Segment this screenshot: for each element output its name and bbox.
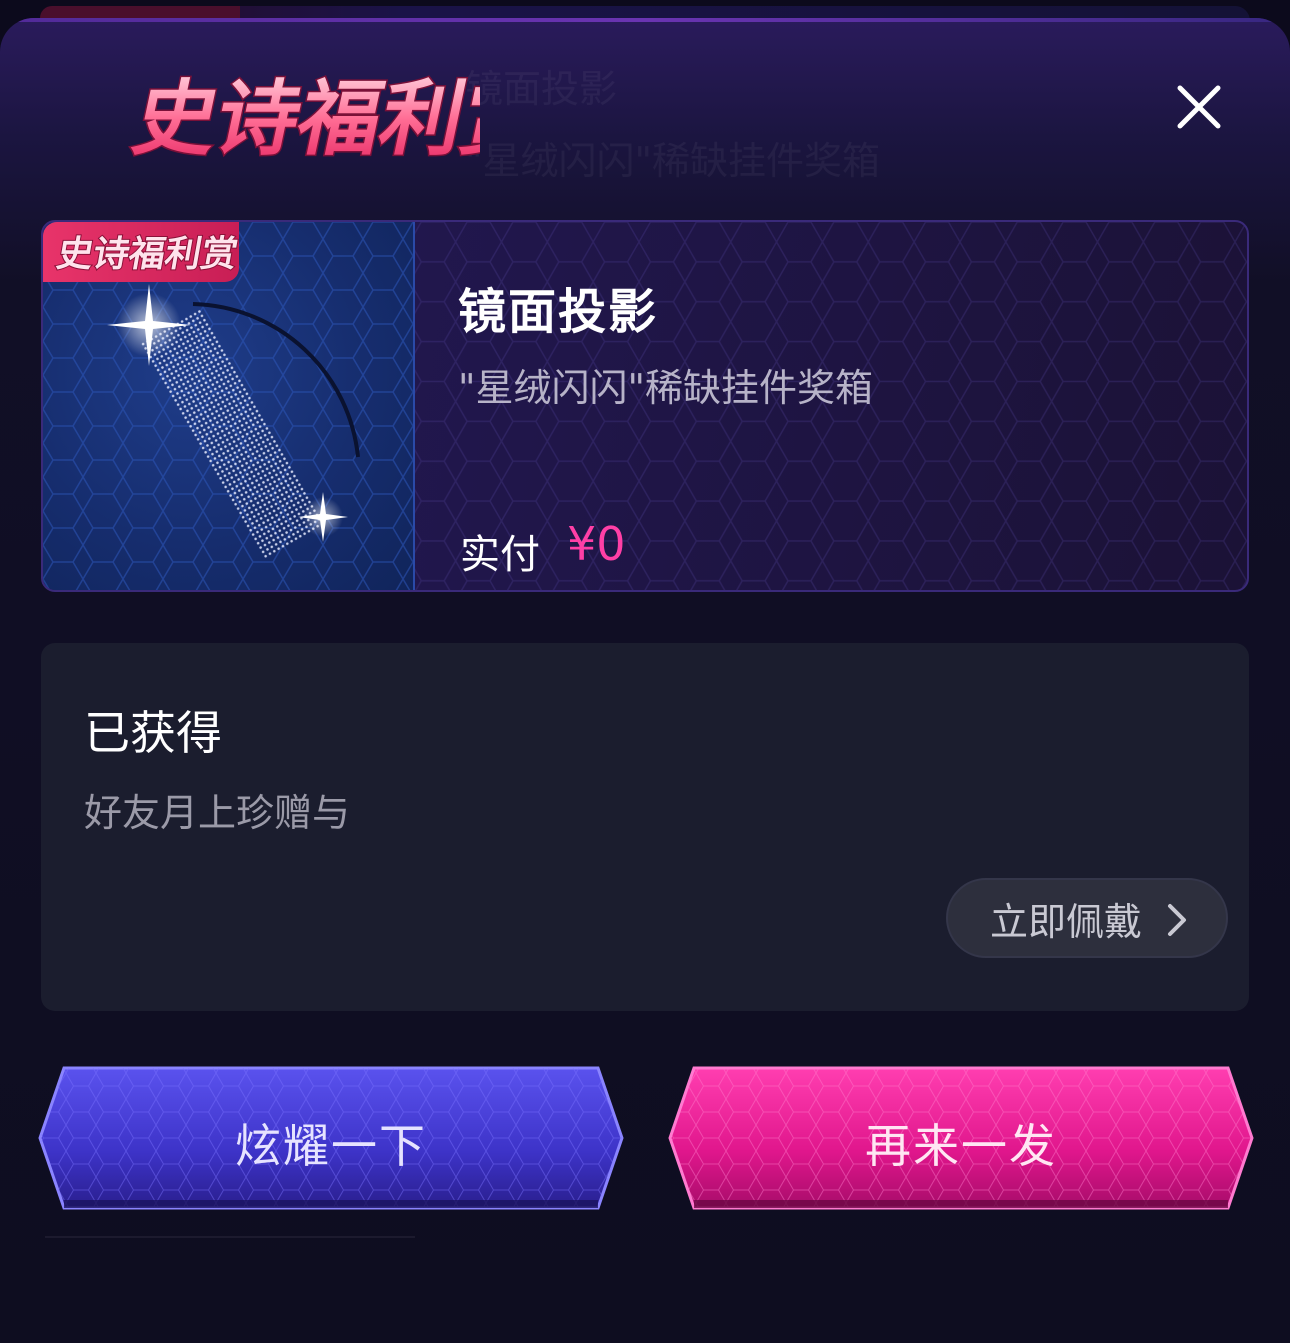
gift-source: 好友月上珍赠与 — [84, 791, 351, 835]
wear-now-button[interactable]: 立即佩戴 — [946, 878, 1228, 958]
item-thumbnail[interactable]: 史诗福利赏 — [43, 222, 415, 590]
ghost-subtitle: "星绒闪闪"稀缺挂件奖箱 — [465, 139, 880, 183]
pay-value: ¥0 — [567, 517, 626, 571]
draw-again-label: 再来一发 — [865, 1119, 1057, 1173]
epic-welfare-logo: 史诗福利赏 — [124, 69, 480, 168]
close-icon[interactable] — [1170, 80, 1226, 136]
item-title: 镜面投影 — [458, 284, 659, 340]
divider — [45, 1236, 415, 1238]
epic-badge: 史诗福利赏 — [43, 222, 242, 282]
draw-again-button[interactable]: 再来一发 — [666, 1060, 1256, 1216]
show-off-label: 炫耀一下 — [235, 1119, 427, 1173]
wear-now-label: 立即佩戴 — [990, 899, 1143, 944]
item-subtitle: "星绒闪闪"稀缺挂件奖箱 — [458, 366, 873, 410]
pay-label: 实付 — [460, 532, 540, 578]
badge-text: 史诗福利赏 — [54, 232, 239, 275]
obtained-title: 已获得 — [84, 706, 222, 760]
ghost-title: 镜面投影 — [465, 67, 618, 111]
show-off-button[interactable]: 炫耀一下 — [36, 1060, 626, 1216]
logo-text: 史诗福利赏 — [126, 71, 480, 167]
chevron-right-icon — [1168, 904, 1186, 936]
